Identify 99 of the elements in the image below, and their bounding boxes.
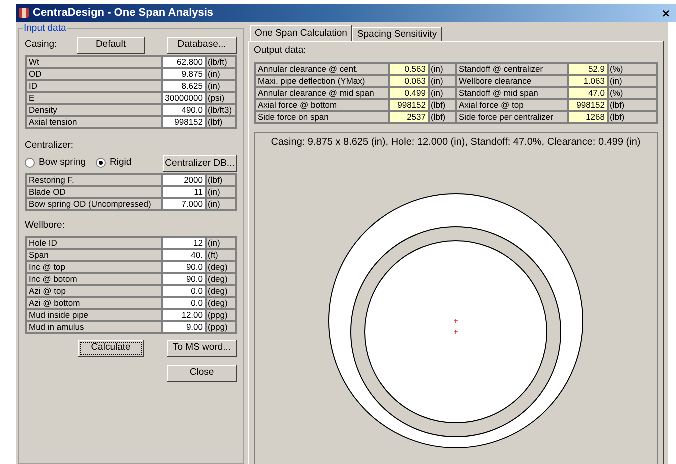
field-label: Hole ID [26, 236, 162, 248]
push-button[interactable]: To MS word... [167, 340, 237, 356]
field-label: Restoring F. [26, 174, 162, 186]
field-label: Azi @ bottom [26, 296, 162, 308]
field-label: E [26, 92, 162, 104]
result-value: 47.0 [568, 87, 608, 100]
push-button[interactable]: Centralizer DB... [163, 154, 237, 172]
unit-label: (psi) [206, 92, 236, 104]
field-label: ID [26, 80, 162, 92]
unit-label: (lbf) [608, 99, 657, 112]
unit-label: (in) [206, 198, 236, 210]
field-label: Annular clearance @ mid span [255, 87, 389, 100]
field-label: Wt [26, 56, 162, 68]
push-button[interactable]: Close [167, 364, 237, 382]
app-icon [18, 7, 30, 19]
result-value: 0.063 [389, 75, 429, 88]
field-label: Side force on span [255, 111, 389, 124]
value-field[interactable]: 490.0 [162, 104, 206, 116]
unit-label: (in) [206, 68, 236, 80]
unit-label: (in) [206, 236, 236, 248]
field-label: Inc @ top [26, 260, 162, 272]
unit-label: (in) [206, 80, 236, 92]
field-label: OD [26, 68, 162, 80]
unit-label: (in) [429, 75, 456, 88]
field-label: Side force per centralizer [456, 111, 568, 124]
result-value: 1.063 [568, 75, 608, 88]
unit-label: (%) [608, 63, 657, 76]
value-field[interactable]: 62.800 [162, 56, 206, 68]
unit-label: (lbf) [206, 174, 236, 186]
value-field[interactable]: 40. [162, 248, 206, 260]
result-value: 2537 [389, 111, 429, 124]
unit-label: (in) [608, 75, 657, 88]
value-field[interactable]: 12 [162, 236, 206, 248]
unit-label: (in) [429, 63, 456, 76]
unit-label: (ppg) [206, 308, 236, 320]
unit-label: (lb/ft) [206, 56, 236, 68]
result-value: 52.9 [568, 63, 608, 76]
field-label: Axial force @ top [456, 99, 568, 112]
result-value: 0.499 [389, 87, 429, 100]
value-field[interactable]: 0.0 [162, 296, 206, 308]
unit-label: (deg) [206, 260, 236, 272]
field-label: Maxi. pipe deflection (YMax) [255, 75, 389, 88]
result-value: 1268 [568, 111, 608, 124]
unit-label: (lbf) [429, 111, 456, 124]
section-label: Centralizer: [25, 139, 75, 153]
unit-label: (deg) [206, 284, 236, 296]
value-field[interactable]: 0.0 [162, 284, 206, 296]
unit-label: (ppg) [206, 320, 236, 332]
value-field[interactable]: 998152 [162, 116, 206, 128]
result-value: 998152 [568, 99, 608, 112]
unit-label: (in) [206, 186, 236, 198]
push-button[interactable]: Default [77, 36, 145, 54]
field-label: Inc @ botom [26, 272, 162, 284]
value-field[interactable]: 30000000 [162, 92, 206, 104]
value-field[interactable]: 90.0 [162, 260, 206, 272]
section-label: Wellbore: [25, 219, 66, 234]
value-field[interactable]: 8.625 [162, 80, 206, 92]
field-label: Mud in amulus [26, 320, 162, 332]
field-label: Bow spring OD (Uncompressed) [26, 198, 162, 210]
value-field[interactable]: 2000 [162, 174, 206, 186]
unit-label: (ft) [206, 248, 236, 260]
value-field[interactable]: 90.0 [162, 272, 206, 284]
field-label: Blade OD [26, 186, 162, 198]
push-button[interactable]: Database... [167, 36, 237, 54]
unit-label: (%) [608, 87, 657, 100]
unit-label: (lbf) [608, 111, 657, 124]
tab[interactable]: Spacing Sensitivity [352, 27, 442, 41]
section-label: Output data: [254, 44, 308, 58]
unit-label: (lbf) [429, 99, 456, 112]
radio-option[interactable]: Bow spring [25, 156, 86, 170]
tab[interactable]: One Span Calculation [250, 25, 352, 41]
value-field[interactable]: 9.875 [162, 68, 206, 80]
radio-option[interactable]: Rigid [96, 156, 132, 170]
field-label: Span [26, 248, 162, 260]
field-label: Wellbore clearance [456, 75, 568, 88]
value-field[interactable]: 11 [162, 186, 206, 198]
field-label: Azi @ top [26, 284, 162, 296]
field-label: Annular clearance @ cent. [255, 63, 389, 76]
field-label: Axial tension [26, 116, 162, 128]
push-button[interactable]: Calculate [78, 340, 144, 356]
unit-label: (lb/ft3) [206, 104, 236, 116]
unit-label: (lbf) [206, 116, 236, 128]
field-label: Density [26, 104, 162, 116]
unit-label: (deg) [206, 296, 236, 308]
section-label: Casing: [25, 38, 58, 52]
result-value: 998152 [389, 99, 429, 112]
value-field[interactable]: 7.000 [162, 198, 206, 210]
field-label: Standoff @ mid span [456, 87, 568, 100]
value-field[interactable]: 12.00 [162, 308, 206, 320]
window-title: CentraDesign - One Span Analysis [33, 6, 214, 21]
unit-label: (deg) [206, 272, 236, 284]
canvas-caption: Casing: 9.875 x 8.625 (in), Hole: 12.000 (in), Standoff: 47.0%, Clearance: 0.499 (in) [271, 136, 641, 150]
field-label: Standoff @ centralizer [456, 63, 568, 76]
field-label: Mud inside pipe [26, 308, 162, 320]
close-button[interactable]: × [662, 6, 670, 20]
value-field[interactable]: 9.00 [162, 320, 206, 332]
result-value: 0.563 [389, 63, 429, 76]
unit-label: (in) [429, 87, 456, 100]
field-label: Axial force @ bottom [255, 99, 389, 112]
